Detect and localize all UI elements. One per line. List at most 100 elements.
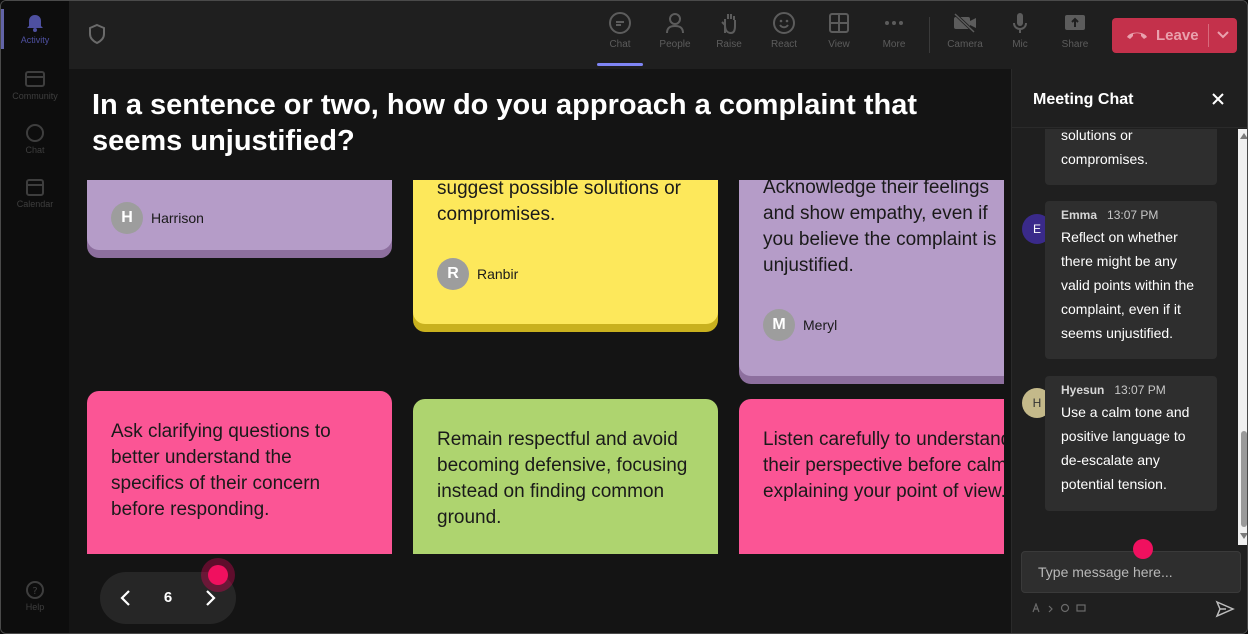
avatar-initial: E [1032, 222, 1041, 236]
people-button[interactable]: People [649, 11, 701, 50]
message-text: Use a calm tone and positive language to… [1061, 404, 1190, 492]
sender-name: Hyesun [1061, 383, 1105, 397]
response-card[interactable]: H Harrison [87, 180, 392, 250]
chat-button[interactable]: Chat [594, 11, 646, 50]
more-button[interactable]: More [868, 11, 920, 50]
format-icons[interactable] [1032, 602, 1092, 613]
chat-icon [26, 124, 44, 142]
camera-button[interactable]: Camera [939, 11, 991, 50]
message-time: 13:07 PM [1107, 208, 1159, 222]
response-card[interactable]: Acknowledge their feelings and show empa… [739, 180, 1004, 376]
rail-item-chat[interactable]: Chat [1, 123, 69, 155]
toolbar-divider [929, 17, 930, 53]
left-rail: Activity Community Chat Calendar ? Help [1, 1, 69, 633]
share-screen-icon [1065, 15, 1085, 30]
rail-item-help[interactable]: ? Help [1, 580, 69, 612]
help-icon: ? [26, 581, 44, 599]
response-card[interactable]: Ask clarifying questions to better under… [87, 391, 392, 554]
message-text: solutions or compromises. [1061, 129, 1149, 167]
chat-label: Chat [609, 39, 631, 50]
message-meta: Hyesun 13:07 PM [1061, 376, 1201, 400]
response-card[interactable]: Remain respectful and avoid becoming def… [413, 399, 718, 554]
calendar-icon [26, 179, 44, 196]
whiteboard-stage: In a sentence or two, how do you approac… [69, 69, 1011, 633]
rail-label: Calendar [16, 199, 54, 209]
app-window: Activity Community Chat Calendar ? Help … [0, 0, 1248, 634]
scroll-up-arrow[interactable] [1240, 133, 1247, 139]
send-icon[interactable] [1215, 600, 1235, 618]
scroll-thumb[interactable] [1241, 431, 1247, 527]
hand-icon [721, 14, 736, 35]
raise-label: Raise [716, 39, 742, 50]
chevron-down-icon[interactable] [1216, 29, 1230, 41]
bell-icon [27, 15, 43, 32]
author-name: Ranbir [477, 266, 519, 282]
chat-icon [609, 12, 631, 34]
chat-scrollbar[interactable] [1238, 129, 1247, 545]
raise-hand-button[interactable]: Raise [703, 11, 755, 50]
leave-button[interactable]: Leave [1112, 18, 1237, 53]
avatar: H [111, 202, 143, 234]
response-cards: H Harrison suggest possible solutions or… [69, 180, 1004, 554]
rail-label: Activity [20, 35, 50, 45]
sender-name: Emma [1061, 208, 1098, 222]
people-icon [666, 13, 684, 34]
chevron-left-icon[interactable] [118, 588, 134, 608]
response-card[interactable]: suggest possible solutions or compromise… [413, 180, 718, 324]
rail-item-community[interactable]: Community [1, 69, 69, 101]
more-label: More [882, 39, 906, 50]
leave-divider [1208, 24, 1209, 47]
smiley-icon [773, 12, 795, 34]
active-tab-indicator [597, 63, 643, 66]
people-label: People [659, 39, 691, 50]
view-label: View [828, 39, 850, 50]
divider [1012, 127, 1247, 128]
grid-icon [829, 13, 849, 33]
rail-label: Help [25, 602, 45, 612]
pointer-cursor [1133, 539, 1153, 559]
author-name: Harrison [151, 210, 204, 226]
chat-message: Hyesun 13:07 PM Use a calm tone and posit… [1045, 376, 1217, 511]
close-icon[interactable] [1210, 91, 1226, 107]
mic-button[interactable]: Mic [994, 11, 1046, 50]
rail-item-activity[interactable]: Activity [1, 13, 69, 45]
card-text: Acknowledge their feelings and show empa… [763, 180, 997, 276]
card-text: suggest possible solutions or compromise… [437, 180, 681, 225]
card-text: Ask clarifying questions to better under… [111, 421, 331, 520]
question-title: In a sentence or two, how do you approac… [92, 89, 917, 157]
chat-message: solutions or compromises. [1045, 129, 1217, 185]
phone-hangup-icon [1127, 32, 1147, 39]
rail-label: Chat [25, 145, 45, 155]
avatar-initial: H [1032, 396, 1042, 410]
rail-item-calendar[interactable]: Calendar [1, 177, 69, 209]
avatar: M [763, 309, 795, 341]
message-meta: Emma 13:07 PM [1061, 201, 1201, 225]
shield-icon [89, 23, 105, 45]
card-author: H Harrison [111, 202, 204, 234]
view-button[interactable]: View [813, 11, 865, 50]
community-icon [25, 71, 45, 87]
card-author: M Meryl [763, 309, 837, 341]
meeting-chat-panel: Meeting Chat solutions or compromises. E… [1011, 69, 1247, 633]
react-label: React [770, 39, 798, 50]
card-author: R Ranbir [437, 258, 518, 290]
chat-message: Emma 13:07 PM Reflect on whether there mi… [1045, 201, 1217, 359]
scroll-down-arrow[interactable] [1240, 533, 1247, 539]
message-input-box [1021, 551, 1241, 593]
ellipsis-icon [885, 21, 903, 25]
avatar: R [437, 258, 469, 290]
format-toolbar[interactable] [1032, 602, 1092, 615]
share-button[interactable]: Share [1049, 11, 1101, 50]
message-input[interactable] [1022, 552, 1240, 592]
message-text: Reflect on whether there might be any va… [1061, 229, 1195, 341]
camera-off-icon [953, 12, 976, 34]
chat-message-list[interactable]: solutions or compromises. E Emma 13:07 PM… [1012, 129, 1238, 545]
page-number: 6 [163, 589, 173, 606]
microphone-icon [1013, 13, 1027, 33]
mic-label: Mic [1012, 39, 1028, 50]
share-label: Share [1061, 39, 1089, 50]
react-button[interactable]: React [758, 11, 810, 50]
author-name: Meryl [803, 317, 838, 333]
card-text: Listen carefully to understand their per… [763, 429, 1004, 502]
response-card[interactable]: Listen carefully to understand their per… [739, 399, 1004, 554]
